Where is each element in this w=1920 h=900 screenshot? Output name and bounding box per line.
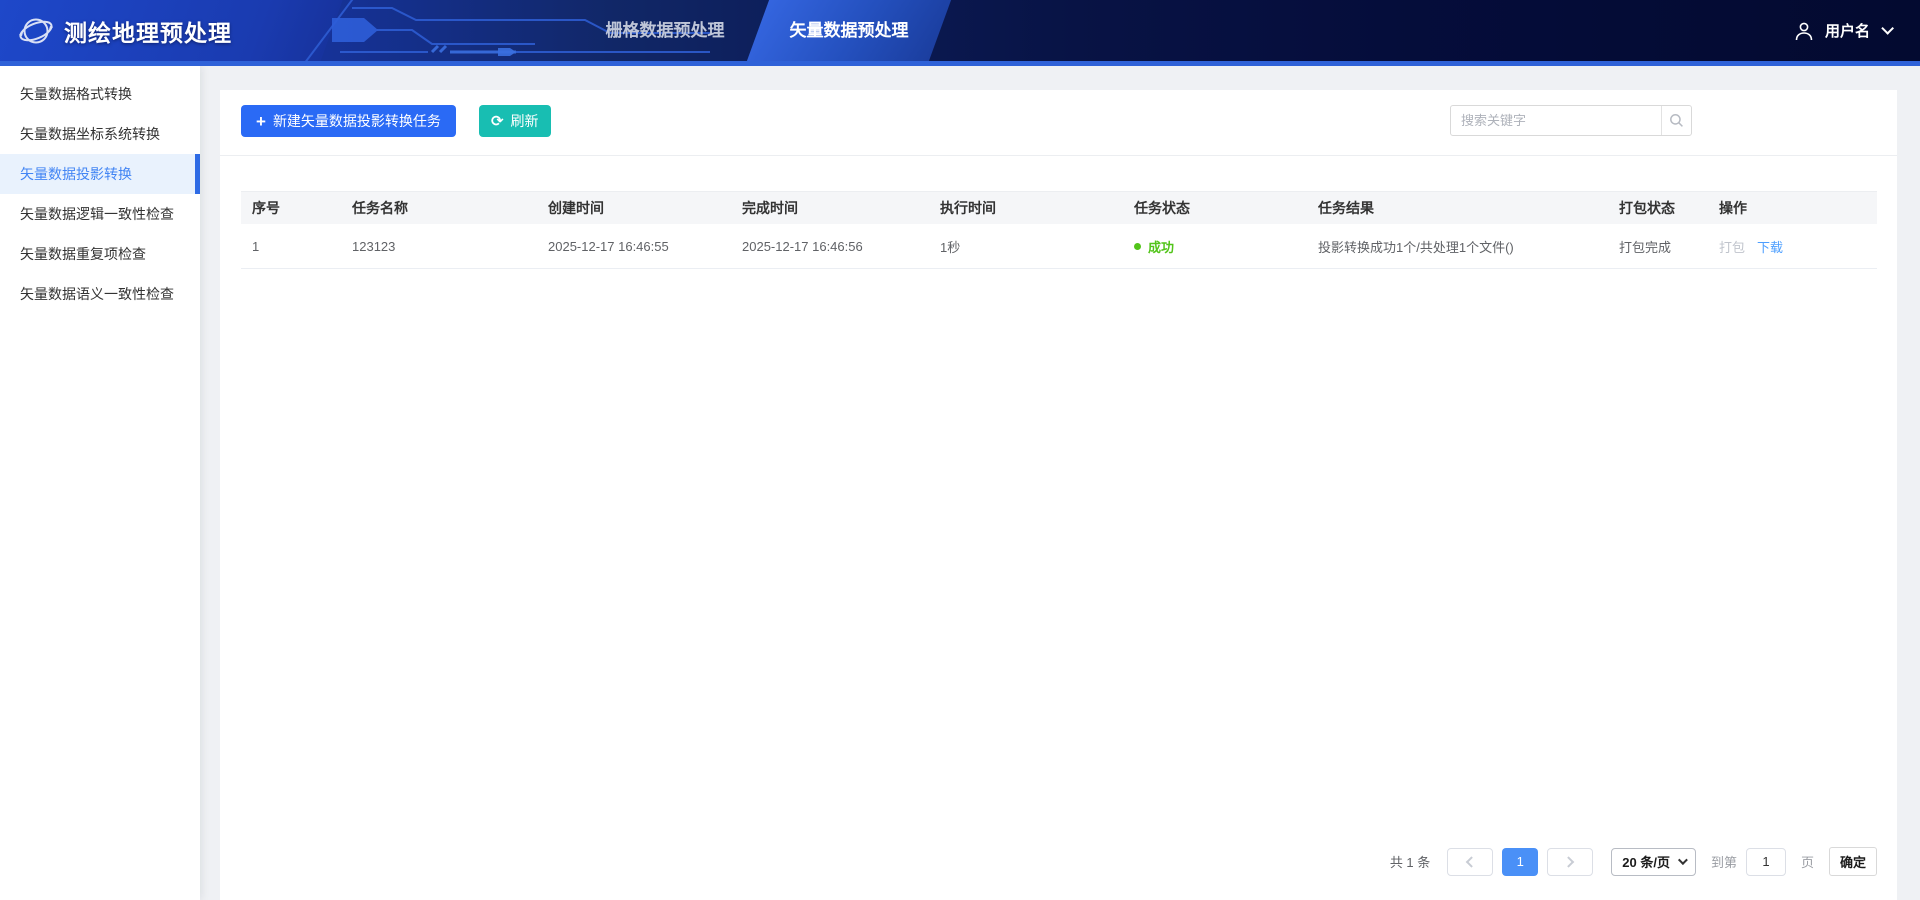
new-task-button[interactable]: + 新建矢量数据投影转换任务 <box>241 105 456 137</box>
cell-status: 成功 <box>1123 224 1307 268</box>
new-task-label: 新建矢量数据投影转换任务 <box>272 113 441 129</box>
cell-index: 1 <box>252 238 260 254</box>
col-header-result: 任务结果 <box>1318 200 1374 216</box>
col-header-finished: 完成时间 <box>742 200 798 216</box>
download-link[interactable]: 下载 <box>1757 237 1783 256</box>
sidebar-item-format-convert[interactable]: 矢量数据格式转换 <box>0 74 200 114</box>
cell-package-status: 打包完成 <box>1619 239 1672 255</box>
search-input[interactable] <box>1451 106 1661 135</box>
sidebar-item-logic-check[interactable]: 矢量数据逻辑一致性检查 <box>0 194 200 234</box>
refresh-icon: ⟳ <box>490 112 504 130</box>
package-action-disabled: 打包 <box>1719 239 1746 255</box>
top-header: 测绘地理预处理 栅格数据预处理 矢量数据预处理 用户名 <box>0 0 1920 66</box>
user-icon <box>1795 22 1813 40</box>
tab-vector-preprocess[interactable]: 矢量数据预处理 <box>746 0 952 61</box>
select-chevron-icon <box>1677 855 1688 866</box>
col-header-duration: 执行时间 <box>940 200 996 216</box>
goto-suffix-label: 页 <box>1800 855 1814 870</box>
status-dot-icon <box>1134 242 1141 250</box>
tab-raster-preprocess[interactable]: 栅格数据预处理 <box>555 0 775 61</box>
confirm-button[interactable]: 确定 <box>1829 847 1877 876</box>
app-title: 测绘地理预处理 <box>64 19 232 46</box>
next-page-button[interactable] <box>1547 847 1594 876</box>
col-header-name: 任务名称 <box>352 200 408 216</box>
plus-icon: + <box>256 111 266 131</box>
goto-prefix-label: 到第 <box>1710 855 1737 870</box>
cell-duration: 1秒 <box>940 239 961 255</box>
page-size-select[interactable]: 20 条/页 <box>1611 847 1696 876</box>
search-button[interactable] <box>1661 106 1691 135</box>
prev-page-button[interactable] <box>1447 847 1494 876</box>
user-name: 用户名 <box>1824 23 1870 40</box>
col-header-status: 任务状态 <box>1134 200 1190 216</box>
chevron-left-icon <box>1466 855 1478 868</box>
sidebar-nav: 矢量数据格式转换 矢量数据坐标系统转换 矢量数据投影转换 矢量数据逻辑一致性检查… <box>0 66 200 900</box>
user-menu[interactable]: 用户名 <box>1794 0 1920 61</box>
chevron-down-icon <box>1881 22 1894 35</box>
col-header-index: 序号 <box>252 200 280 216</box>
status-badge: 成功 <box>1148 239 1175 255</box>
sidebar-item-projection-convert[interactable]: 矢量数据投影转换 <box>0 154 200 194</box>
toolbar: + 新建矢量数据投影转换任务 ⟳ 刷新 <box>220 90 1897 156</box>
refresh-button[interactable]: ⟳ 刷新 <box>478 105 551 137</box>
pagination: 共 1 条 1 20 条/页 到第 页 确定 <box>1390 847 1877 876</box>
logo-area: 测绘地理预处理 <box>0 0 232 61</box>
search-icon <box>1670 114 1683 127</box>
pagination-total: 共 1 条 <box>1389 855 1431 870</box>
cell-result: 投影转换成功1个/共处理1个文件() <box>1318 239 1514 255</box>
sidebar-item-semantic-check[interactable]: 矢量数据语义一致性检查 <box>0 274 200 314</box>
chevron-right-icon <box>1563 855 1575 868</box>
sidebar-item-coordsys-convert[interactable]: 矢量数据坐标系统转换 <box>0 114 200 154</box>
table-header-row: 序号 任务名称 创建时间 完成时间 执行时间 任务状态 任务结果 打包状态 操作 <box>241 191 1877 224</box>
sidebar-item-duplicate-check[interactable]: 矢量数据重复项检查 <box>0 234 200 274</box>
task-table: 序号 任务名称 创建时间 完成时间 执行时间 任务状态 任务结果 打包状态 操作… <box>241 191 1877 269</box>
goto-page-input[interactable] <box>1745 847 1786 876</box>
content-panel: + 新建矢量数据投影转换任务 ⟳ 刷新 序号 任务名称 创建时间 完成时间 执行… <box>220 90 1897 900</box>
cell-name: 123123 <box>352 238 396 254</box>
cell-created: 2025-12-17 16:46:55 <box>548 238 669 254</box>
cell-finished: 2025-12-17 16:46:56 <box>742 238 863 254</box>
page-number-button[interactable]: 1 <box>1502 847 1539 876</box>
col-header-created: 创建时间 <box>548 200 604 216</box>
table-row: 1 123123 2025-12-17 16:46:55 2025-12-17 … <box>241 224 1877 269</box>
col-header-actions: 操作 <box>1719 200 1747 216</box>
page-size-value: 20 条/页 <box>1622 855 1670 870</box>
app-logo-icon <box>19 18 53 43</box>
refresh-label: 刷新 <box>510 113 539 129</box>
col-header-package: 打包状态 <box>1619 200 1675 216</box>
search-box <box>1450 105 1692 136</box>
cell-actions: 打包 下载 <box>1708 224 1877 268</box>
